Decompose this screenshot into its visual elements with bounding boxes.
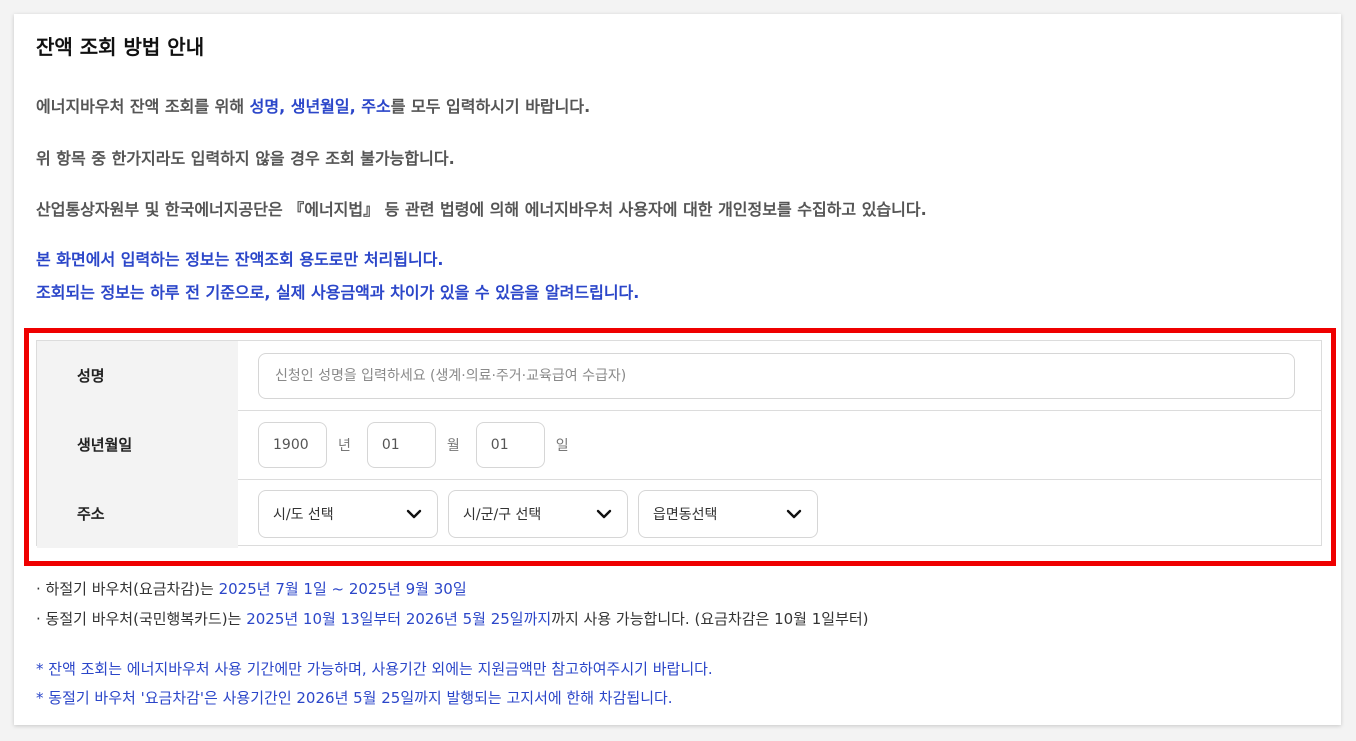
form-row-address: 주소 시/도 선택 시/군/구 선택 읍면동선택	[37, 479, 1321, 548]
intro-line-1: 에너지바우처 잔액 조회를 위해 성명, 생년월일, 주소를 모두 입력하시기 …	[36, 97, 591, 116]
summer-voucher-note: · 하절기 바우처(요금차감)는 2025년 7월 1일 ~ 2025년 9월 …	[36, 580, 467, 598]
name-label: 성명	[37, 341, 238, 410]
intro-line-5: 조회되는 정보는 하루 전 기준으로, 실제 사용금액과 차이가 있을 수 있음…	[36, 283, 640, 302]
intro-line-4: 본 화면에서 입력하는 정보는 잔액조회 용도로만 처리됩니다.	[36, 250, 444, 269]
required-fields-highlight: 성명, 생년월일, 주소	[249, 97, 391, 116]
star-note-1: * 잔액 조회는 에너지바우처 사용 기간에만 가능하며, 사용기간 외에는 지…	[36, 660, 713, 678]
page-title: 잔액 조회 방법 안내	[36, 35, 205, 59]
chevron-down-icon	[406, 509, 422, 518]
form-row-name: 성명	[37, 341, 1321, 411]
sido-select[interactable]: 시/도 선택	[258, 489, 438, 538]
intro-line-2: 위 항목 중 한가지라도 입력하지 않을 경우 조회 불가능합니다.	[36, 149, 455, 168]
highlight-box: 성명 생년월일 년 월 일 주소	[24, 328, 1336, 566]
birth-label: 생년월일	[37, 410, 238, 479]
intro-line-3: 산업통상자원부 및 한국에너지공단은 『에너지법』 등 관련 법령에 의해 에너…	[36, 200, 927, 219]
form-row-birth: 생년월일 년 월 일	[37, 410, 1321, 480]
inquiry-form: 성명 생년월일 년 월 일 주소	[36, 340, 1322, 548]
name-input[interactable]	[258, 352, 1295, 399]
chevron-down-icon	[596, 509, 612, 518]
chevron-down-icon	[786, 509, 802, 518]
month-unit: 월	[446, 437, 460, 454]
birth-day-input[interactable]	[475, 421, 545, 468]
year-unit: 년	[338, 437, 351, 454]
birth-year-input[interactable]	[258, 421, 327, 468]
eupmyeondong-select[interactable]: 읍면동선택	[638, 489, 818, 538]
winter-period: 2025년 10월 13일부터 2026년 5월 25일까지	[246, 610, 552, 628]
address-label: 주소	[37, 479, 238, 548]
day-unit: 일	[555, 437, 569, 454]
winter-voucher-note: · 동절기 바우처(국민행복카드)는 2025년 10월 13일부터 2026년…	[36, 610, 869, 628]
summer-period: 2025년 7월 1일 ~ 2025년 9월 30일	[218, 580, 467, 598]
birth-month-input[interactable]	[366, 421, 436, 468]
balance-inquiry-card: 잔액 조회 방법 안내 에너지바우처 잔액 조회를 위해 성명, 생년월일, 주…	[14, 14, 1341, 725]
sigungu-select[interactable]: 시/군/구 선택	[448, 489, 628, 538]
star-note-2: * 동절기 바우처 '요금차감'은 사용기간인 2026년 5월 25일까지 발…	[36, 689, 673, 707]
